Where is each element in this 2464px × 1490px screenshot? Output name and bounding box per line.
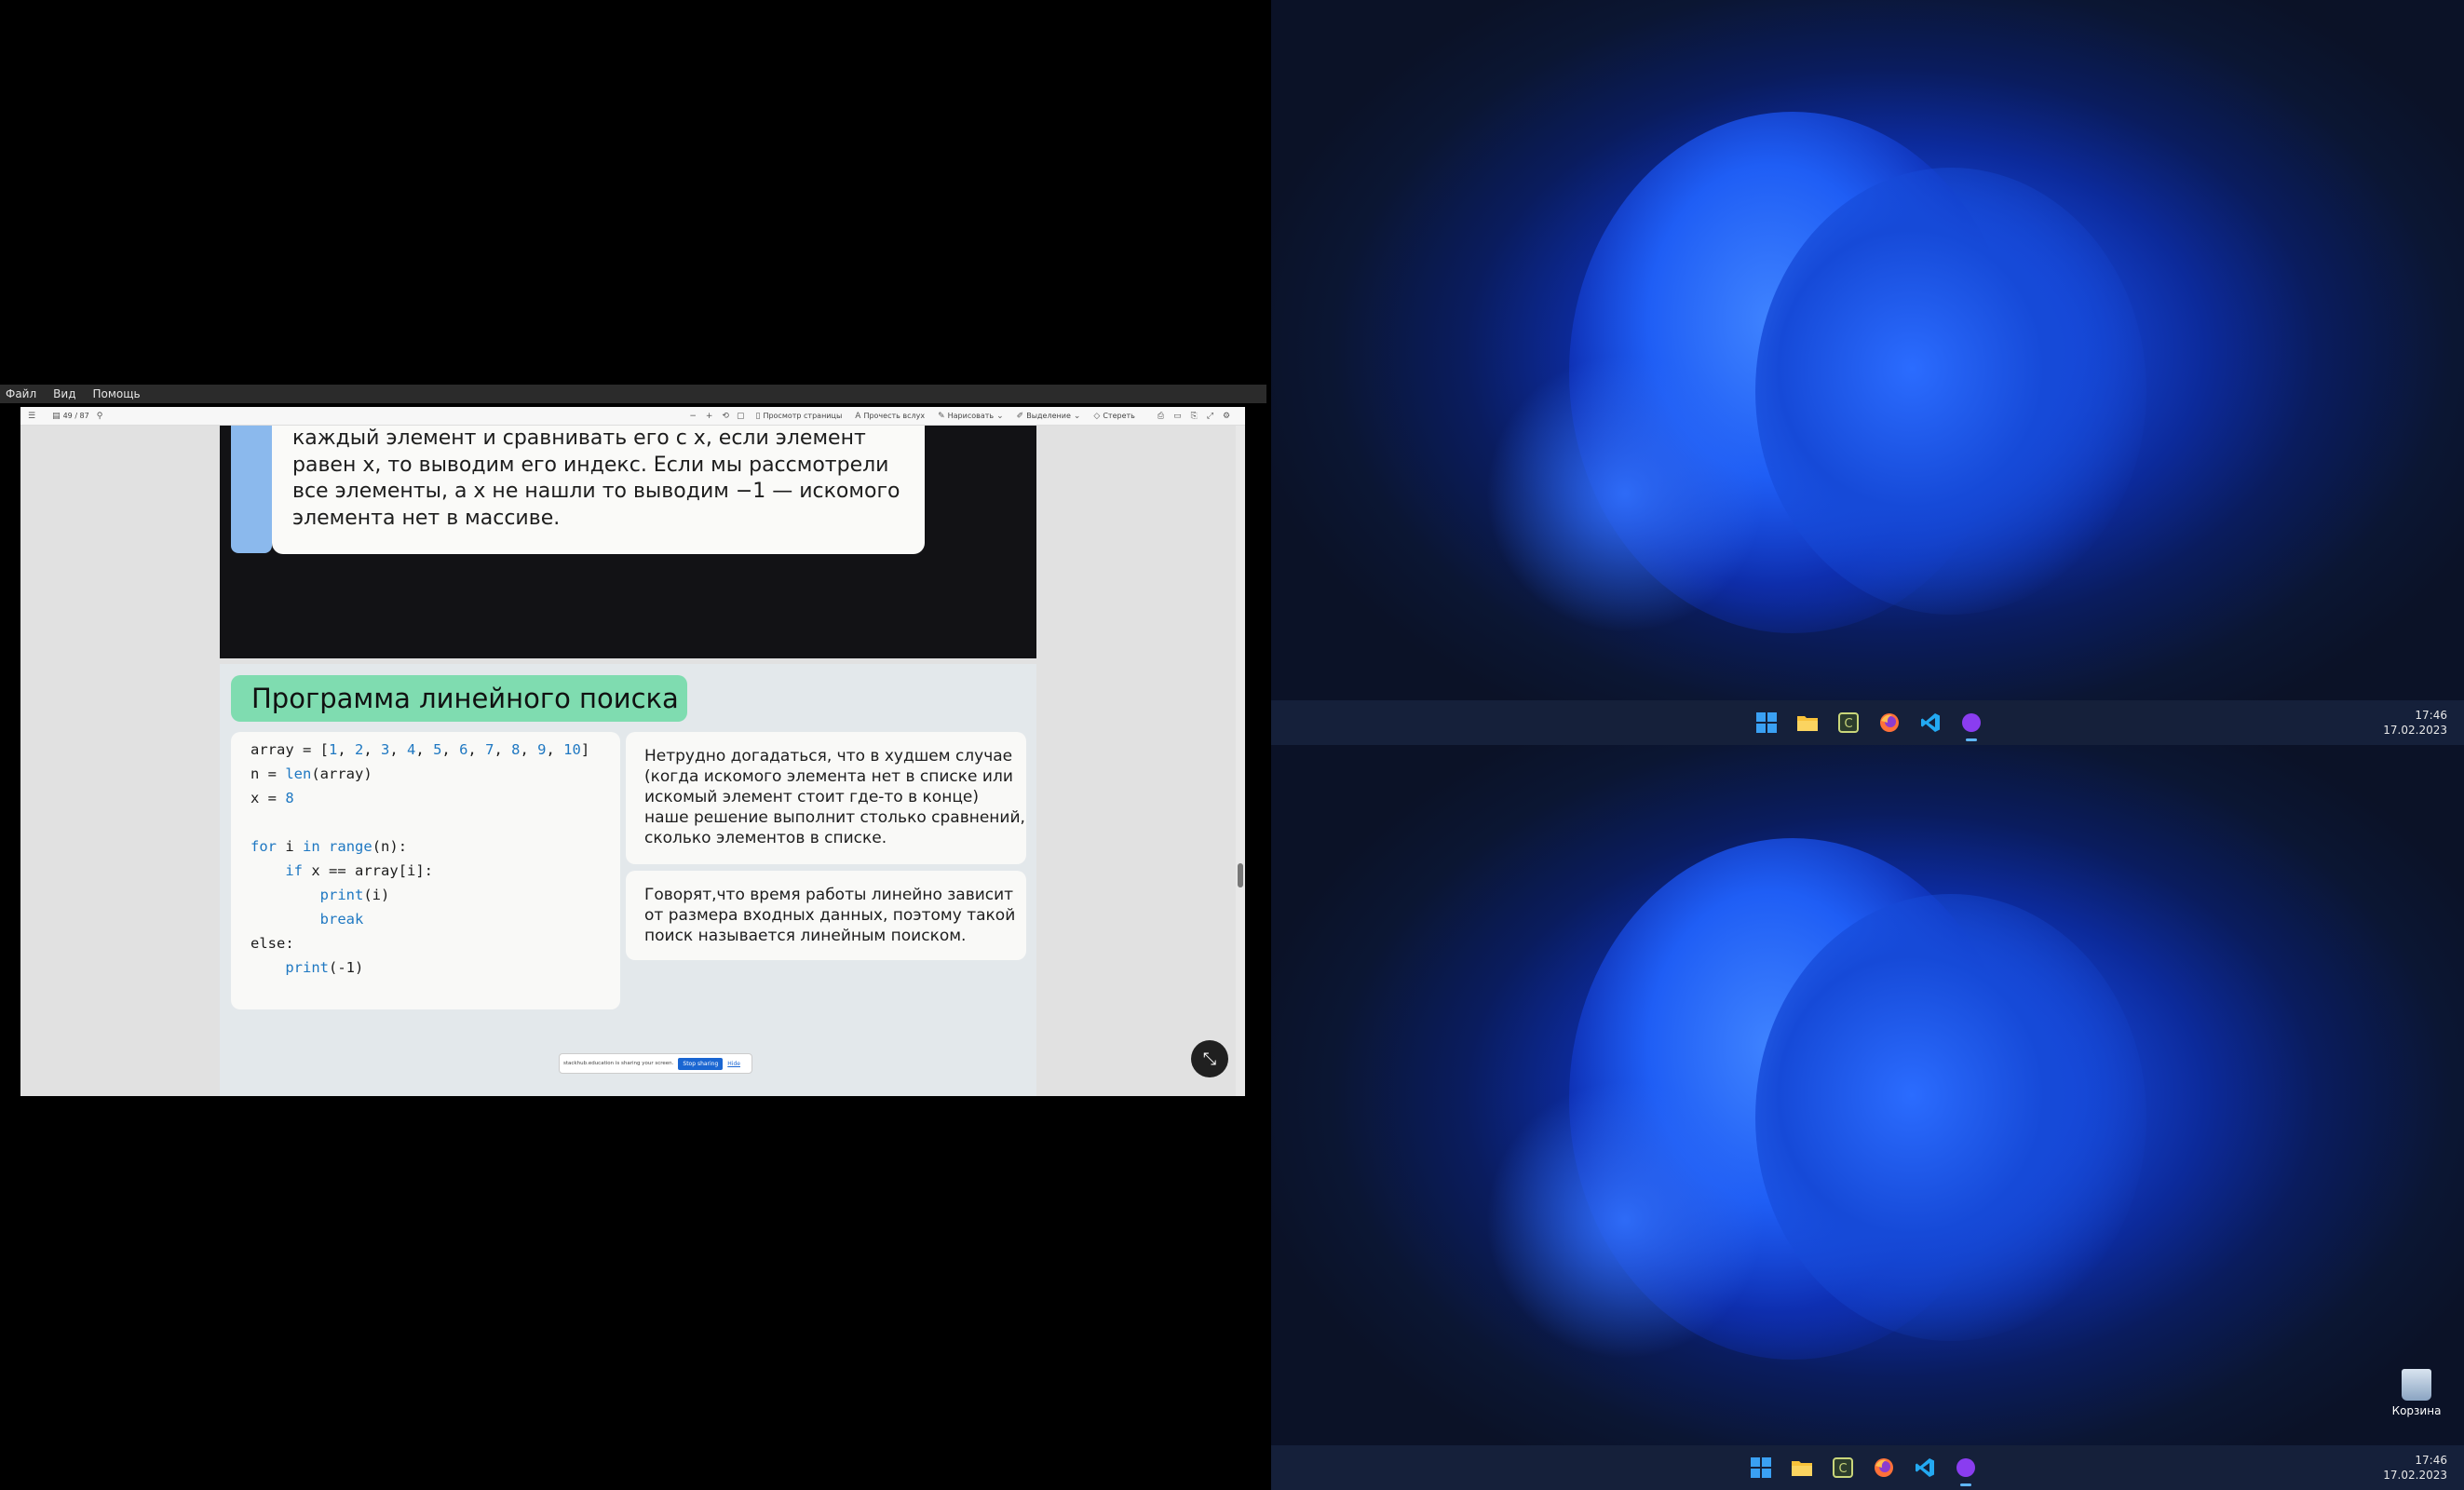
page-view-button[interactable]: ▯ Просмотр страницы: [755, 412, 842, 421]
vscode-icon[interactable]: [1910, 1453, 1940, 1483]
firefox-icon[interactable]: [1869, 1453, 1899, 1483]
menu-view[interactable]: Вид: [53, 387, 75, 400]
app-c-icon[interactable]: C: [1834, 708, 1863, 738]
recycle-bin-icon: [2402, 1369, 2431, 1401]
clock-time: 17:46: [2415, 1454, 2447, 1467]
note-card-worst-case: Нетрудно догадаться, что в худшем случае…: [626, 732, 1026, 864]
vertical-scrollbar[interactable]: [1236, 426, 1245, 1096]
code-line-6: print(i): [319, 887, 390, 903]
windows-start-icon[interactable]: [1746, 1453, 1776, 1483]
document-viewport[interactable]: каждый элемент и сравнивать его с x, есл…: [20, 426, 1245, 1096]
screen-share-bar: stackhub.education is sharing your scree…: [559, 1053, 752, 1074]
print-icon[interactable]: ⎙: [1158, 412, 1164, 421]
note-worst-case-text: Нетрудно догадаться, что в худшем случае…: [644, 747, 1025, 847]
clock-date: 17.02.2023: [2383, 1469, 2447, 1482]
app-menubar: Файл Вид Помощь: [0, 385, 1266, 403]
system-clock-top[interactable]: 17:46 17.02.2023: [2383, 708, 2447, 738]
code-block: array = [1, 2, 3, 4, 5, 6, 7, 8, 9, 10] …: [231, 732, 620, 1009]
viewer-toolbar: ☰ ▤ 49 / 87 ⚲ − + ⟲ ▢ ▯ Просмотр страницы …: [20, 407, 1245, 426]
file-explorer-icon[interactable]: [1787, 1453, 1817, 1483]
zoom-out-button[interactable]: −: [689, 412, 697, 421]
read-aloud-button[interactable]: A Прочесть вслух: [855, 412, 925, 421]
save-icon[interactable]: ▭: [1173, 412, 1182, 421]
page-number-text: 49 / 87: [62, 412, 89, 420]
slide-text-card: каждый элемент и сравнивать его с x, есл…: [272, 426, 925, 554]
page-number-box[interactable]: ▤ 49 / 87: [52, 412, 89, 421]
taskbar-icons-top: C: [1752, 708, 1986, 741]
slide-previous-text: каждый элемент и сравнивать его с x, есл…: [292, 427, 900, 530]
taskbar-top: C 17:46 17.02.2023: [1271, 700, 2464, 745]
zoom-in-button[interactable]: +: [706, 412, 713, 421]
app-c-icon[interactable]: C: [1828, 1453, 1858, 1483]
menu-file[interactable]: Файл: [6, 387, 36, 400]
highlight-label: Выделение: [1026, 412, 1071, 420]
fit-page-icon[interactable]: ▢: [737, 412, 745, 421]
recycle-bin[interactable]: Корзина: [2384, 1369, 2449, 1417]
taskbar-icons-bottom: C: [1746, 1453, 1981, 1486]
settings-gear-icon[interactable]: ⚙: [1223, 412, 1230, 421]
desktop-wallpaper-bottom: [1271, 745, 2464, 1445]
obs-icon[interactable]: [1951, 1453, 1981, 1486]
vscode-icon[interactable]: [1916, 708, 1945, 738]
firefox-icon[interactable]: [1875, 708, 1904, 738]
slide-current: Программа линейного поиска array = [1, 2…: [220, 664, 1036, 1096]
windows-start-icon[interactable]: [1752, 708, 1781, 738]
highlight-button[interactable]: ✐ Выделение ⌄: [1017, 412, 1081, 421]
erase-label: Стереть: [1103, 412, 1135, 420]
code-line-5: if x == array[i]:: [285, 862, 434, 879]
draw-label: Нарисовать: [947, 412, 995, 420]
erase-button[interactable]: ◇ Стереть: [1093, 412, 1134, 421]
slide-accent-bar: [231, 426, 272, 553]
scrollbar-thumb[interactable]: [1238, 863, 1243, 887]
code-line-1: array = [1, 2, 3, 4, 5, 6, 7, 8, 9, 10]: [250, 741, 590, 758]
slide-title-banner: Программа линейного поиска: [231, 675, 687, 722]
read-aloud-label: Прочесть вслух: [863, 412, 926, 420]
hide-link[interactable]: Hide: [727, 1061, 740, 1067]
contents-icon[interactable]: ☰: [28, 412, 35, 421]
code-line-2: n = len(array): [250, 765, 372, 782]
clock-date: 17.02.2023: [2383, 724, 2447, 737]
slide-previous: каждый элемент и сравнивать его с x, есл…: [220, 426, 1036, 658]
taskbar-bottom: C 17:46 17.02.2023: [1271, 1445, 2464, 1490]
slide-title: Программа линейного поиска: [251, 683, 679, 714]
svg-text:C: C: [1844, 717, 1852, 731]
code-line-7: break: [319, 911, 364, 928]
desktop-wallpaper-top: [1271, 0, 2464, 700]
code-line-3: x = 8: [250, 790, 294, 806]
note-card-linear: Говорят,что время работы линейно зависит…: [626, 871, 1026, 960]
stop-sharing-button[interactable]: Stop sharing: [678, 1057, 724, 1070]
screen-share-text: stackhub.education is sharing your scree…: [563, 1061, 674, 1066]
page-view-label: Просмотр страницы: [763, 412, 843, 420]
expand-icon[interactable]: ⤢: [1207, 412, 1213, 421]
search-icon[interactable]: ⚲: [97, 412, 103, 421]
svg-text:C: C: [1838, 1462, 1847, 1476]
system-clock-bottom[interactable]: 17:46 17.02.2023: [2383, 1453, 2447, 1483]
note-linear-text: Говорят,что время работы линейно зависит…: [644, 886, 1016, 945]
obs-icon[interactable]: [1956, 708, 1986, 741]
exit-fullscreen-icon[interactable]: ⤡: [1191, 1040, 1228, 1077]
file-explorer-icon[interactable]: [1793, 708, 1822, 738]
recycle-bin-label: Корзина: [2391, 1404, 2442, 1417]
menu-help[interactable]: Помощь: [92, 387, 140, 400]
code-line-4: for i in range(n):: [250, 838, 408, 855]
code-line-9: print(-1): [285, 959, 364, 976]
code-line-8: else:: [250, 935, 294, 952]
save-as-icon[interactable]: ⎘: [1191, 412, 1198, 421]
rotate-icon[interactable]: ⟲: [722, 412, 729, 421]
clock-time: 17:46: [2415, 709, 2447, 722]
draw-button[interactable]: ✎ Нарисовать ⌄: [938, 412, 1004, 421]
